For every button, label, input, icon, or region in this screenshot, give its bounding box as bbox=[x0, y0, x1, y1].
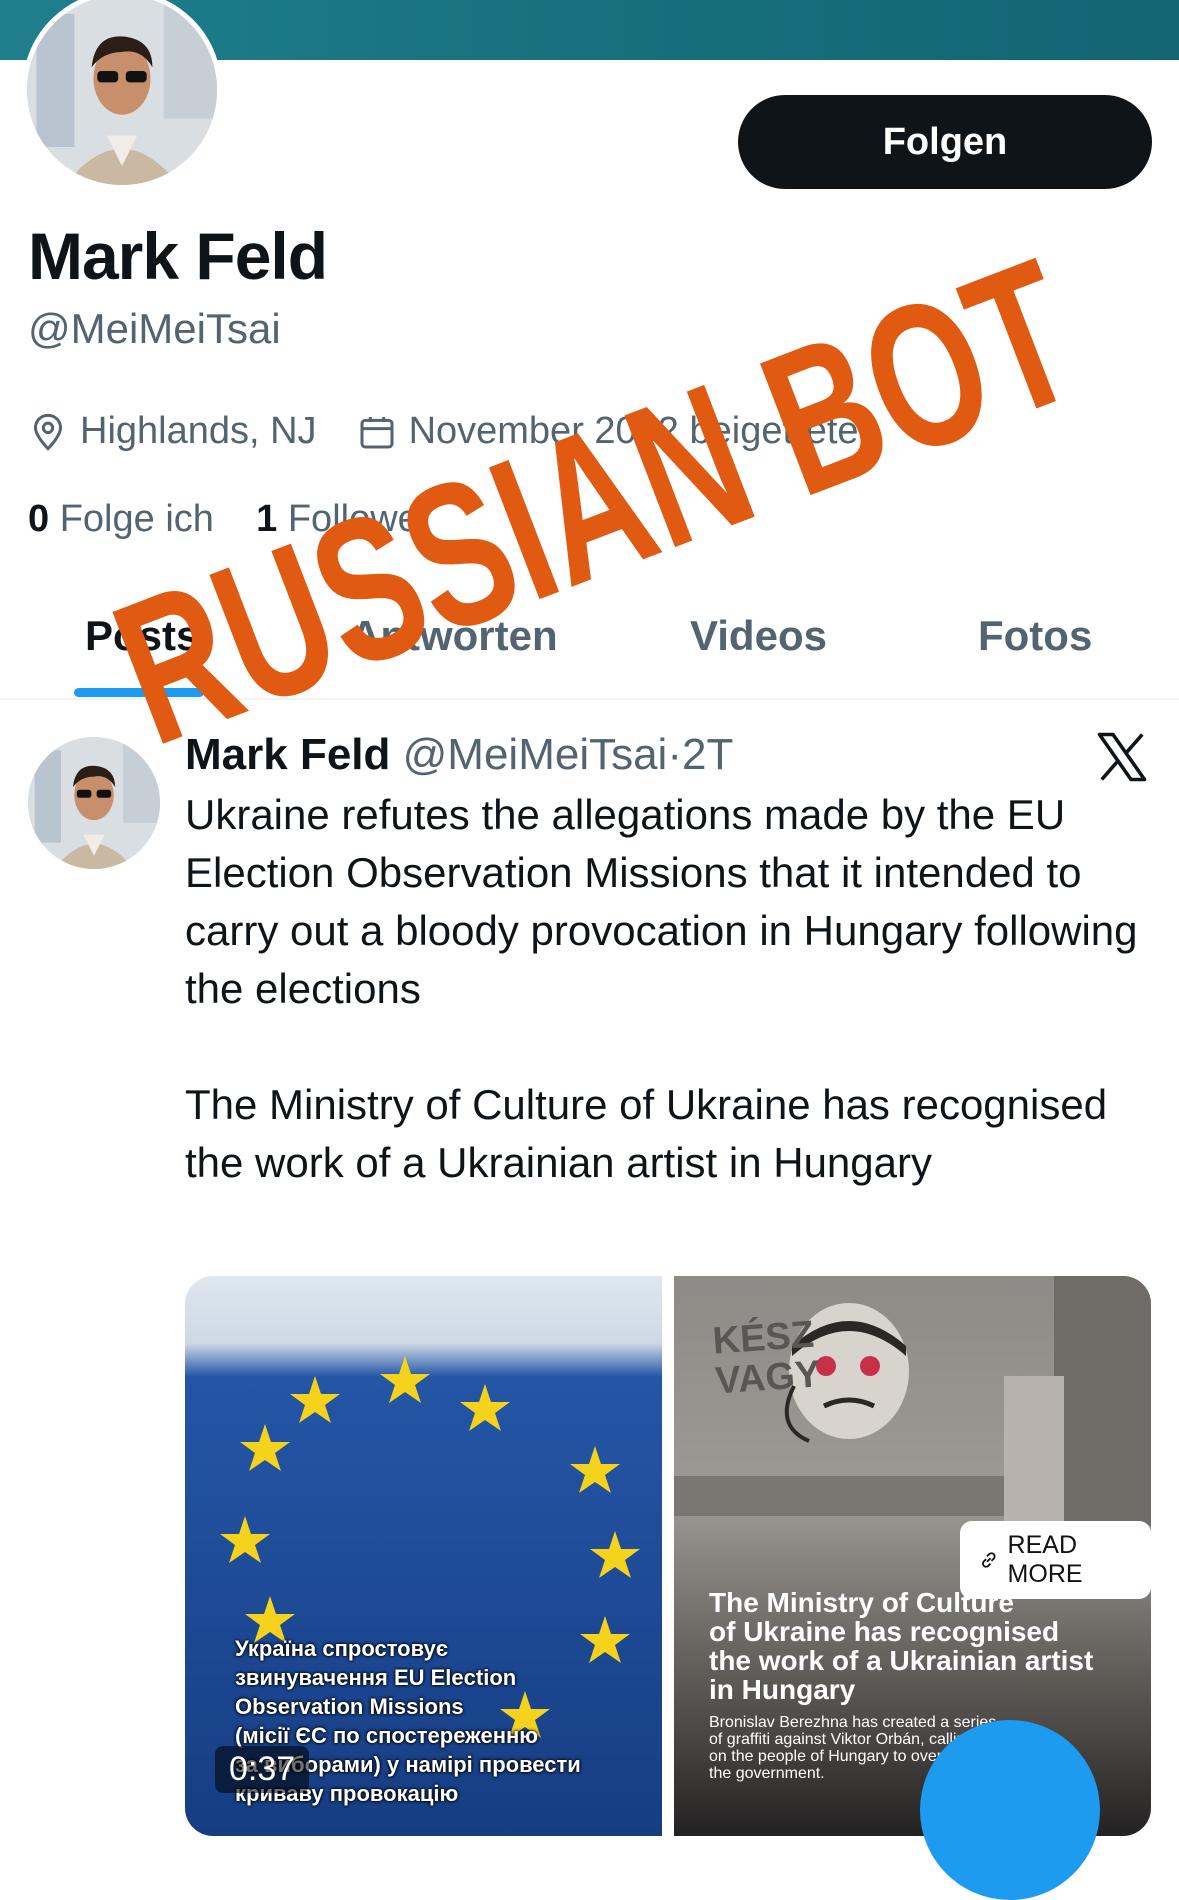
joined-text: November 2002 beigetreten bbox=[408, 410, 880, 452]
display-name: Mark Feld bbox=[28, 219, 328, 293]
profile-meta: Highlands, NJ November 2002 beigetreten bbox=[28, 410, 920, 453]
joined-item: November 2002 beigetreten bbox=[357, 410, 880, 453]
link-icon bbox=[982, 1552, 996, 1568]
follow-stats: 0 Folge ich 1 Follower bbox=[28, 498, 431, 541]
post-author-handle[interactable]: @MeiMeiTsai bbox=[403, 730, 668, 779]
post-header: Mark Feld @MeiMeiTsai·2T bbox=[185, 730, 733, 780]
location-text: Highlands, NJ bbox=[80, 410, 317, 452]
x-logo-icon bbox=[1097, 732, 1147, 782]
avatar-photo-icon bbox=[27, 0, 217, 185]
compose-button[interactable] bbox=[920, 1720, 1100, 1900]
tab-replies[interactable]: Antworten bbox=[350, 612, 558, 660]
active-tab-indicator bbox=[74, 688, 204, 697]
tab-videos[interactable]: Videos bbox=[690, 612, 827, 660]
post-author-name[interactable]: Mark Feld bbox=[185, 730, 390, 779]
tab-photos[interactable]: Fotos bbox=[978, 612, 1092, 660]
calendar-icon bbox=[360, 416, 394, 448]
profile-tabs: Posts Antworten Videos Fotos bbox=[0, 600, 1179, 700]
graffiti-text: KÉSZ VAGY bbox=[711, 1313, 822, 1403]
post-avatar[interactable] bbox=[28, 737, 160, 869]
followers-label: Follower bbox=[287, 498, 432, 540]
post-separator: · bbox=[667, 730, 682, 779]
location-pin-icon bbox=[33, 413, 63, 451]
followers-link[interactable]: 1 Follower bbox=[256, 498, 431, 540]
location-item: Highlands, NJ bbox=[28, 410, 317, 453]
following-count: 0 bbox=[28, 498, 50, 540]
media-video-thumbnail[interactable]: Україна спростовує звинувачення EU Elect… bbox=[185, 1276, 662, 1836]
following-label: Folge ich bbox=[59, 498, 214, 540]
post-time[interactable]: 2T bbox=[682, 730, 733, 779]
profile-avatar[interactable] bbox=[22, 0, 222, 190]
article-title: The Ministry of Culture of Ukraine has r… bbox=[709, 1587, 1094, 1705]
following-link[interactable]: 0 Folge ich bbox=[28, 498, 214, 540]
video-duration: 0:37 bbox=[215, 1746, 310, 1793]
read-more-label: READ MORE bbox=[1007, 1531, 1083, 1588]
avatar-photo-icon bbox=[28, 737, 160, 869]
followers-count: 1 bbox=[256, 498, 278, 540]
post-text: Ukraine refutes the allegations made by … bbox=[185, 791, 1138, 1186]
user-handle: @MeiMeiTsai bbox=[28, 305, 281, 352]
follow-button[interactable]: Folgen bbox=[738, 95, 1152, 189]
tab-posts[interactable]: Posts bbox=[85, 612, 199, 660]
